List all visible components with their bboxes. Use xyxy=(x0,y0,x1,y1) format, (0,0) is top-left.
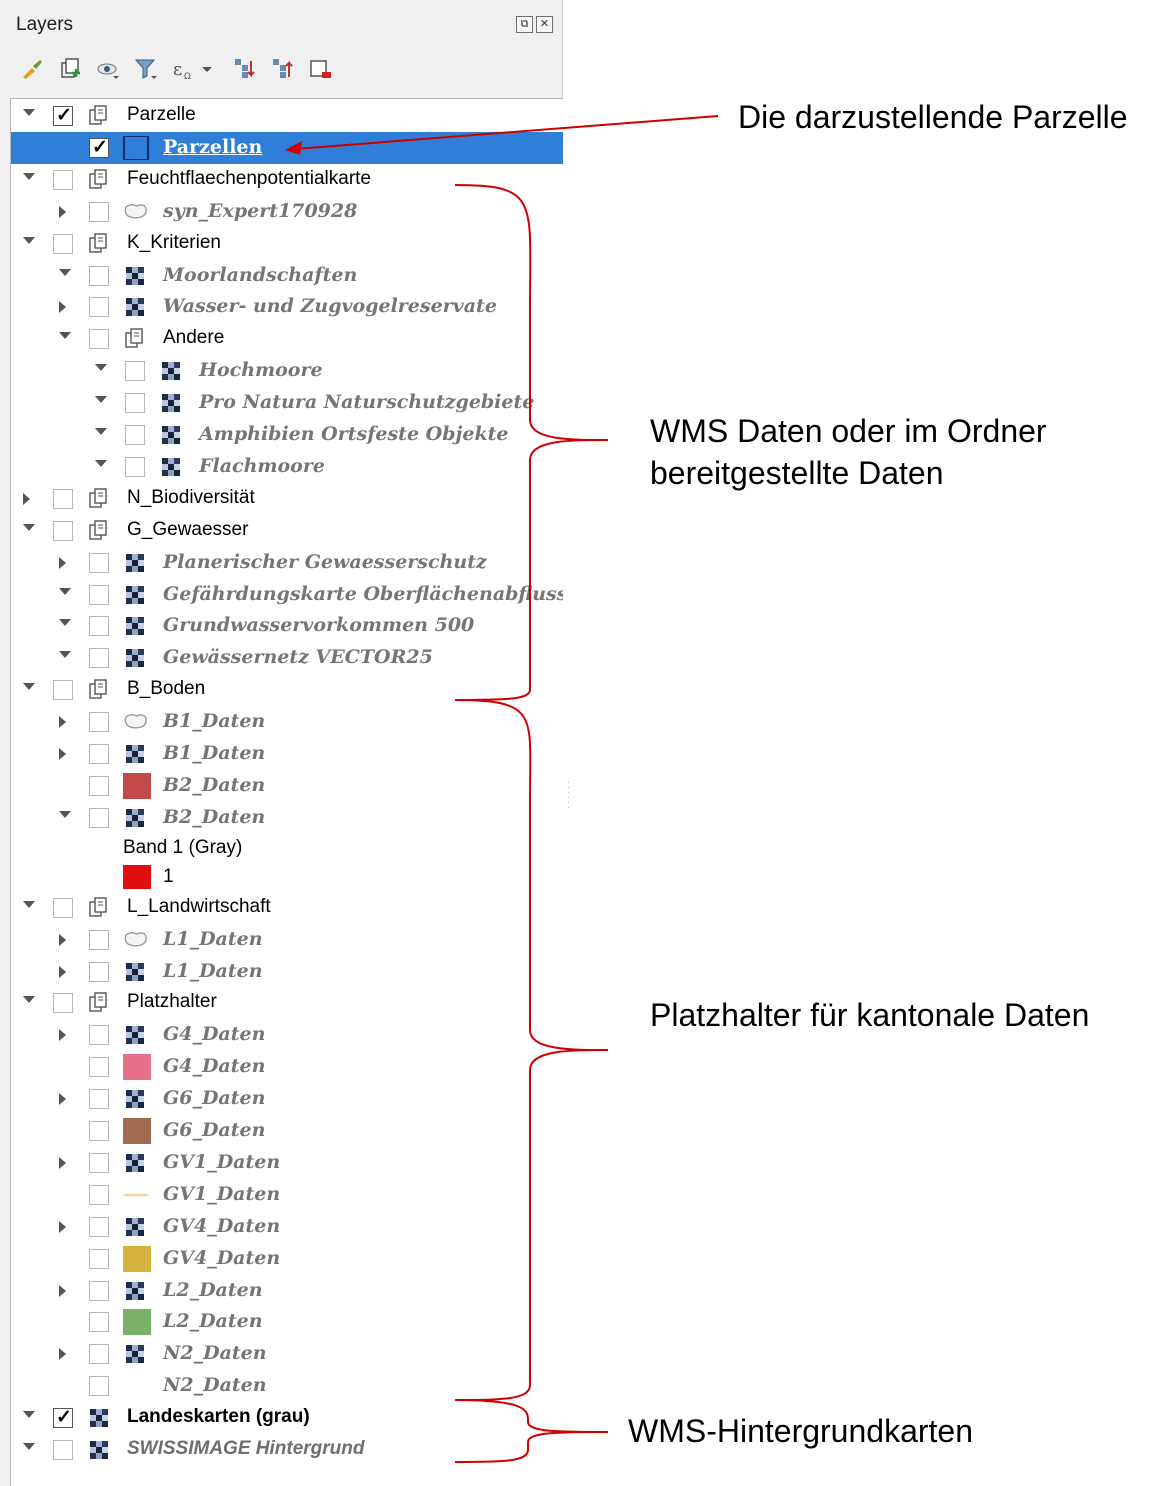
annotation-wms-line2: bereitgestellte Daten xyxy=(650,455,944,491)
placeholder-bracket xyxy=(454,699,609,1401)
annotation-parcel: Die darzustellende Parzelle xyxy=(738,99,1128,135)
parcel-arrow-line xyxy=(294,115,719,150)
background-bracket xyxy=(454,1399,609,1463)
annotation-placeholder: Platzhalter für kantonale Daten xyxy=(650,997,1090,1033)
annotation-lines xyxy=(285,115,719,1463)
annotation-background: WMS-Hintergrundkarten xyxy=(628,1413,973,1449)
arrow-head-icon xyxy=(285,141,302,155)
annotation-wms-line1: WMS Daten oder im Ordner xyxy=(650,413,1047,449)
wms-bracket xyxy=(454,184,609,701)
